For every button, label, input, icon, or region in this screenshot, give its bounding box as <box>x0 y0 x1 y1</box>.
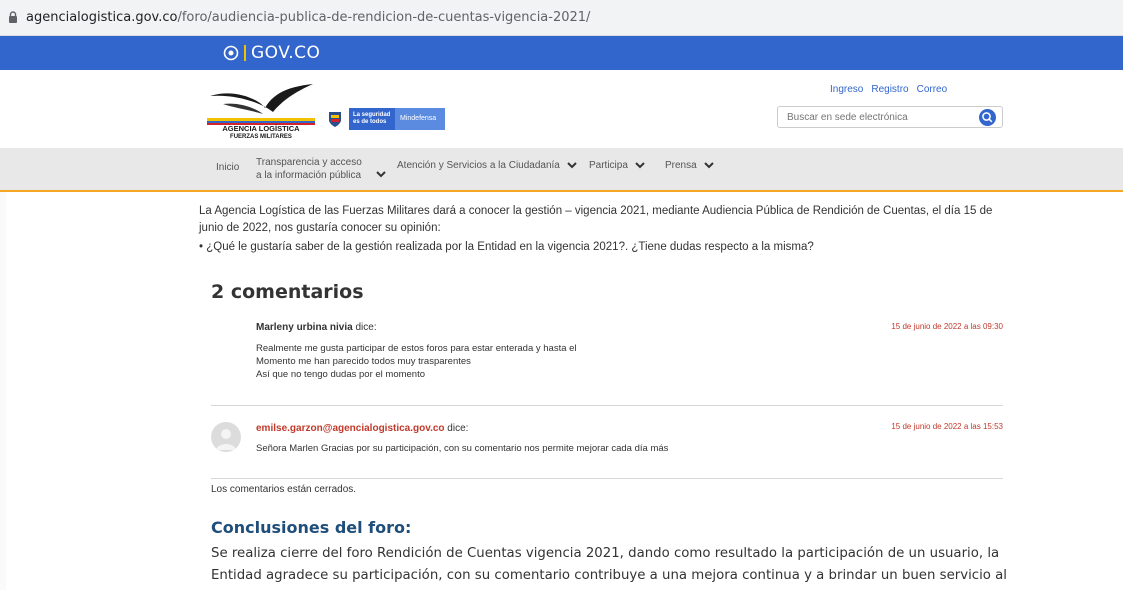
comment-body: Señora Marlen Gracias por su participaci… <box>256 442 668 455</box>
chevron-down-icon <box>635 162 645 169</box>
gov-co-label: GOV.CO <box>251 43 321 63</box>
gov-co-logo[interactable]: GOV.CO <box>223 43 320 63</box>
forum-question: • ¿Qué le gustaría saber de la gestión r… <box>199 241 814 253</box>
comment-line: Así que no tengo dudas por el momento <box>256 369 426 380</box>
comment-author: emilse.garzon@agencialogistica.gov.co di… <box>256 423 468 434</box>
nav-item-prensa[interactable]: Prensa <box>665 160 714 171</box>
main-nav: Inicio Transparencia y acceso a la infor… <box>0 148 1123 192</box>
nav-label: Atención y Servicios a la Ciudadanía <box>397 160 560 171</box>
comment-says: dice: <box>447 423 469 434</box>
conclusions-title: Conclusiones del foro: <box>211 518 412 537</box>
nav-item-inicio[interactable]: Inicio <box>216 162 239 173</box>
comment-line: Momento me han parecido todos muy traspa… <box>256 356 471 367</box>
slogan-line2: es de todos <box>353 119 387 125</box>
search-input[interactable] <box>778 107 968 128</box>
mindefensa-slogan-box: La seguridad es de todos <box>349 108 395 130</box>
url-text[interactable]: agencialogistica.gov.co/foro/audiencia-p… <box>26 10 590 25</box>
avatar <box>211 422 241 452</box>
nav-item-transparencia[interactable]: Transparencia y acceso a la información … <box>256 156 386 182</box>
nav-item-participa[interactable]: Participa <box>589 160 645 171</box>
agencia-logistica-logo[interactable]: AGENCIA LOGÍSTICA FUERZAS MILITARES <box>205 78 315 140</box>
lock-icon <box>9 11 17 23</box>
agency-logo-line2: FUERZAS MILITARES <box>230 134 292 140</box>
comment-author-name: Marleny urbina nivia <box>256 322 353 333</box>
nav-label-line2: a la información pública <box>256 170 362 181</box>
url-host: agencialogistica.gov.co <box>26 10 178 25</box>
nav-item-atencion[interactable]: Atención y Servicios a la Ciudadanía <box>397 160 577 171</box>
comment-line: Señora Marlen Gracias por su participaci… <box>256 443 669 454</box>
site-search <box>777 106 1003 128</box>
search-button[interactable] <box>979 109 996 126</box>
nav-label: Prensa <box>665 160 697 171</box>
chevron-down-icon <box>703 162 714 169</box>
top-links: Ingreso Registro Correo <box>830 84 947 95</box>
comments-end-divider <box>211 478 1003 479</box>
comment-author-email[interactable]: emilse.garzon@agencialogistica.gov.co <box>256 423 445 434</box>
comment-item: emilse.garzon@agencialogistica.gov.co di… <box>211 420 1003 460</box>
comment-divider <box>211 405 1003 406</box>
nav-label: Inicio <box>216 162 240 173</box>
comment-date[interactable]: 15 de junio de 2022 a las 15:53 <box>891 422 1003 431</box>
gov-co-bar: GOV.CO <box>0 36 1123 70</box>
agency-logo-line1: AGENCIA LOGÍSTICA <box>222 124 300 133</box>
mindefensa-logo[interactable]: La seguridad es de todos Mindefensa <box>327 107 445 131</box>
comments-closed-notice: Los comentarios están cerrados. <box>211 484 357 495</box>
mindefensa-name-box: Mindefensa <box>395 108 445 130</box>
search-icon <box>982 112 993 123</box>
site-header: AGENCIA LOGÍSTICA FUERZAS MILITARES La s… <box>0 70 1123 148</box>
slogan-line1: La seguridad <box>353 112 391 118</box>
colombia-shield-icon <box>223 45 239 61</box>
nav-label: Participa <box>589 160 628 171</box>
chevron-down-icon <box>567 162 577 169</box>
conclusions-text: Se realiza cierre del foro Rendición de … <box>211 546 1007 583</box>
ingreso-link[interactable]: Ingreso <box>830 84 863 95</box>
browser-url-bar[interactable]: agencialogistica.gov.co/foro/audiencia-p… <box>0 0 1123 36</box>
comment-author: Marleny urbina nivia dice: <box>256 322 377 333</box>
registro-link[interactable]: Registro <box>871 84 908 95</box>
comment-date[interactable]: 15 de junio de 2022 a las 09:30 <box>891 322 1003 331</box>
chevron-down-icon <box>376 170 386 177</box>
nav-label-block: Transparencia y acceso a la información … <box>256 156 362 182</box>
nav-label-line1: Transparencia y acceso <box>256 157 362 168</box>
comment-says: dice: <box>355 322 377 333</box>
comment-item: Marleny urbina nivia dice: 15 de junio d… <box>211 320 1003 390</box>
correo-link[interactable]: Correo <box>917 84 948 95</box>
user-avatar-icon <box>216 429 236 450</box>
comment-body: Realmente me gusta participar de estos f… <box>256 342 577 381</box>
comments-title: 2 comentarios <box>211 281 364 303</box>
coat-of-arms-icon <box>329 112 341 127</box>
gov-separator <box>244 45 246 61</box>
comment-line: Realmente me gusta participar de estos f… <box>256 343 577 354</box>
forum-intro-text: La Agencia Logística de las Fuerzas Mili… <box>199 205 993 234</box>
url-path: /foro/audiencia-publica-de-rendicion-de-… <box>177 10 591 25</box>
